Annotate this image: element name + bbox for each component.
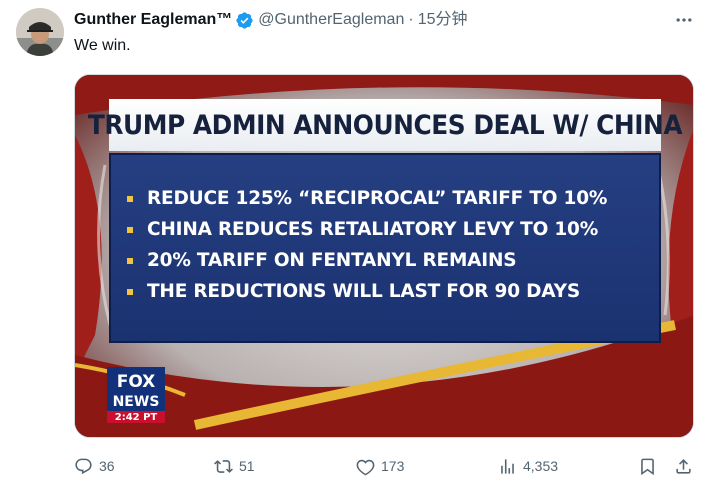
- bullet-marker: [127, 226, 133, 233]
- more-icon[interactable]: [672, 10, 696, 30]
- tweet-timestamp[interactable]: 15分钟: [418, 10, 468, 30]
- reply-button[interactable]: 36: [74, 452, 115, 480]
- author-name[interactable]: Gunther Eagleman™: [74, 10, 232, 30]
- verified-icon: [235, 11, 254, 30]
- tweet-media-image[interactable]: TRUMP ADMIN ANNOUNCES DEAL W/ CHINA REDU…: [74, 74, 694, 438]
- retweet-icon: [214, 459, 233, 473]
- tweet-text: We win.: [74, 37, 131, 54]
- fox-logo-line2: NEWS: [113, 394, 160, 410]
- like-count: 173: [381, 458, 405, 474]
- avatar-image: [16, 8, 64, 56]
- bullet-text: THE REDUCTIONS WILL LAST FOR 90 DAYS: [147, 281, 580, 302]
- views-icon: [501, 458, 514, 474]
- reply-count: 36: [99, 458, 115, 474]
- fox-news-logo: FOX NEWS 2:42 PT: [107, 367, 165, 423]
- bookmark-icon: [641, 458, 654, 475]
- bookmark-button[interactable]: [638, 452, 657, 480]
- bullet-marker: [127, 288, 133, 295]
- bullet-text: REDUCE 125% “RECIPROCAL” TARIFF TO 10%: [147, 188, 608, 209]
- bullet-item: REDUCE 125% “RECIPROCAL” TARIFF TO 10%: [127, 183, 607, 214]
- tweet-header: Gunther Eagleman™ @GuntherEagleman · 15分…: [74, 9, 674, 31]
- action-bar: 36 51 173 4,353: [74, 452, 700, 480]
- fox-logo-line1: FOX: [117, 372, 156, 392]
- bullet-text: CHINA REDUCES RETALIATORY LEVY TO 10%: [147, 219, 599, 240]
- retweet-button[interactable]: 51: [214, 452, 255, 480]
- author-handle[interactable]: @GuntherEagleman: [258, 10, 404, 30]
- bullet-item: CHINA REDUCES RETALIATORY LEVY TO 10%: [127, 214, 607, 245]
- bullet-item: THE REDUCTIONS WILL LAST FOR 90 DAYS: [127, 276, 607, 307]
- bullet-panel: REDUCE 125% “RECIPROCAL” TARIFF TO 10% C…: [109, 153, 661, 343]
- headline-text: TRUMP ADMIN ANNOUNCES DEAL W/ CHINA: [87, 109, 683, 141]
- views-button[interactable]: 4,353: [498, 452, 558, 480]
- avatar[interactable]: [16, 8, 64, 56]
- broadcast-time: 2:42 PT: [115, 412, 158, 423]
- bullet-text: 20% TARIFF ON FENTANYL REMAINS: [147, 250, 517, 271]
- share-icon: [676, 458, 691, 474]
- reply-icon: [75, 458, 92, 474]
- views-count: 4,353: [523, 458, 559, 474]
- separator-dot: ·: [408, 11, 414, 28]
- bullet-list: REDUCE 125% “RECIPROCAL” TARIFF TO 10% C…: [127, 183, 607, 307]
- bullet-marker: [127, 257, 133, 264]
- headline-banner: TRUMP ADMIN ANNOUNCES DEAL W/ CHINA: [88, 99, 683, 151]
- bullet-item: 20% TARIFF ON FENTANYL REMAINS: [127, 245, 607, 276]
- like-icon: [356, 459, 375, 475]
- like-button[interactable]: 173: [356, 452, 404, 480]
- retweet-count: 51: [239, 458, 255, 474]
- bullet-marker: [127, 195, 133, 202]
- share-button[interactable]: [674, 452, 693, 480]
